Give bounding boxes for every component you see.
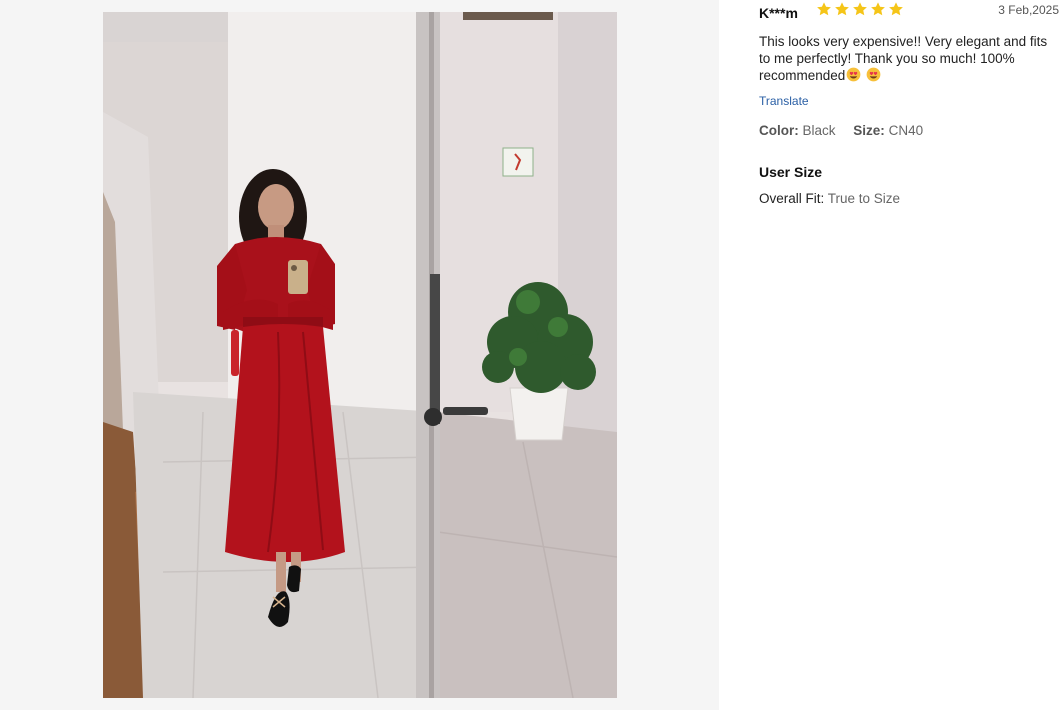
star-rating bbox=[816, 1, 904, 17]
review-panel: K***m 3 Feb,2025 This looks very expensi… bbox=[759, 0, 1059, 206]
overall-fit: Overall Fit: True to Size bbox=[759, 191, 1059, 206]
review-photo[interactable] bbox=[103, 12, 617, 698]
attribute-value: CN40 bbox=[888, 123, 924, 138]
review-detail-view: K***m 3 Feb,2025 This looks very expensi… bbox=[0, 0, 1064, 710]
star-icon bbox=[853, 2, 867, 16]
attribute-size: Size: CN40 bbox=[853, 123, 923, 138]
star-icon bbox=[871, 2, 885, 16]
purchase-attributes: Color: Black Size: CN40 bbox=[759, 123, 1059, 138]
star-icon bbox=[817, 2, 831, 16]
photo-gallery bbox=[0, 0, 719, 710]
attribute-value: Black bbox=[802, 123, 836, 138]
fit-value: True to Size bbox=[827, 191, 901, 206]
attribute-color: Color: Black bbox=[759, 123, 836, 138]
review-date: 3 Feb,2025 bbox=[998, 3, 1059, 17]
fit-label: Overall Fit: bbox=[759, 191, 825, 206]
star-icon bbox=[889, 2, 903, 16]
translate-link[interactable]: Translate bbox=[759, 94, 809, 108]
user-size-title: User Size bbox=[759, 164, 823, 180]
heart-eyes-emoji-icon bbox=[846, 67, 861, 82]
attribute-label: Size: bbox=[853, 123, 885, 138]
star-icon bbox=[835, 2, 849, 16]
review-header: K***m 3 Feb,2025 bbox=[759, 0, 1059, 28]
review-photo-illustration bbox=[103, 12, 617, 698]
heart-eyes-emoji-icon bbox=[866, 67, 881, 82]
reviewer-name: K***m bbox=[759, 5, 798, 21]
attribute-label: Color: bbox=[759, 123, 799, 138]
review-body: This looks very expensive!! Very elegant… bbox=[759, 33, 1057, 84]
review-text: This looks very expensive!! Very elegant… bbox=[759, 34, 1048, 83]
